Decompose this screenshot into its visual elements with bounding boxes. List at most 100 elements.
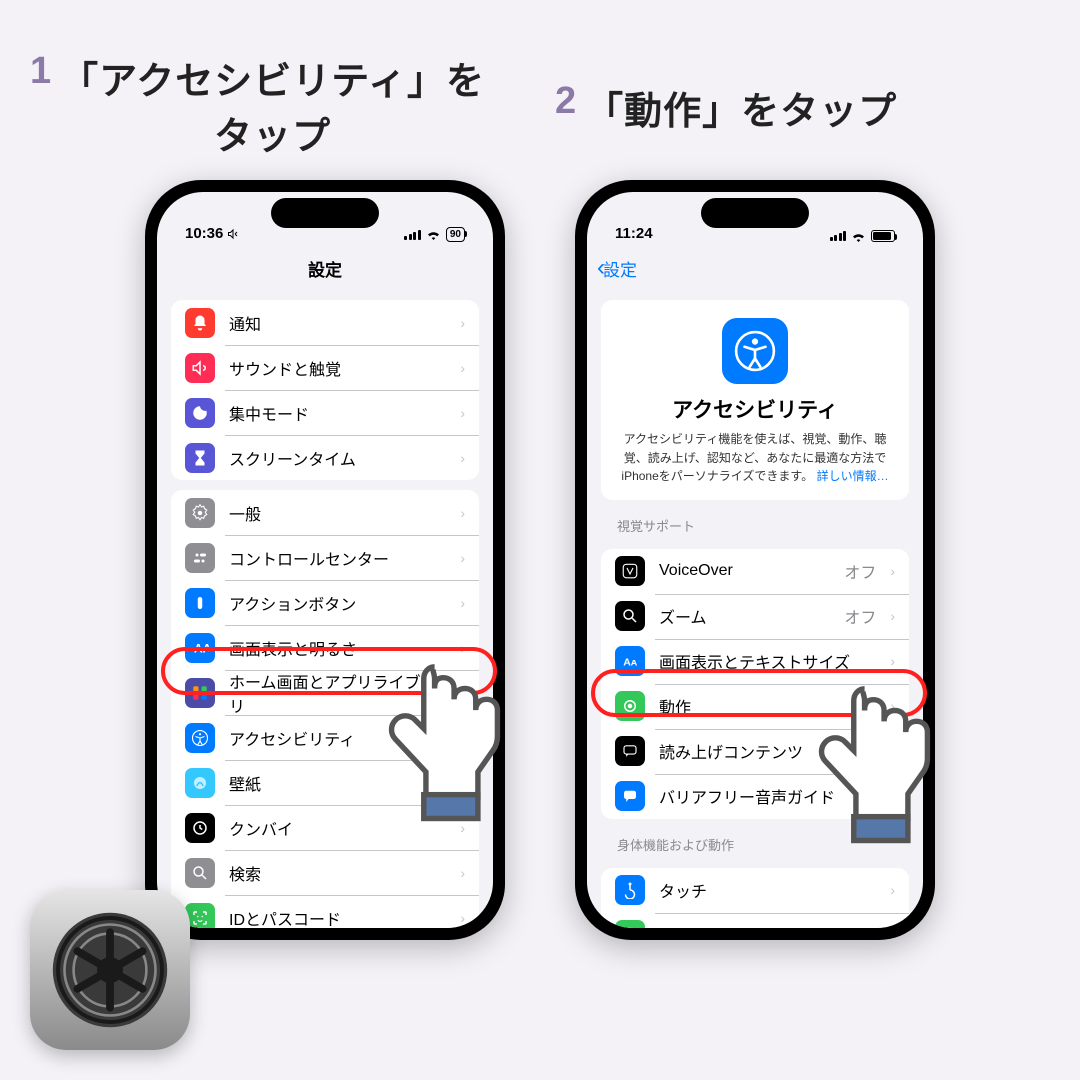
settings-group: 一般›コントロールセンター›アクションボタン›AA画面表示と明るさ›ホーム画面と… xyxy=(171,490,479,928)
settings-row-search[interactable]: 検索› xyxy=(171,850,479,895)
section-header-body: 身体機能および動作 xyxy=(587,829,923,858)
chevron-right-icon: › xyxy=(890,653,895,669)
settings-row-faceid-att[interactable]: Face IDと注視 › xyxy=(601,913,909,928)
row-value: オフ xyxy=(844,604,876,628)
settings-row-faceid[interactable]: IDとパスコード › xyxy=(171,895,479,928)
chevron-right-icon: › xyxy=(460,910,465,926)
row-label: 画面表示とテキストサイズ xyxy=(659,649,876,673)
chevron-right-icon: › xyxy=(890,563,895,579)
battery-icon: 90 xyxy=(446,227,465,242)
nav-title: 設定 xyxy=(308,256,342,281)
status-time: 11:24 xyxy=(615,225,653,242)
row-label: ズーム xyxy=(659,604,830,628)
row-label: IDとパスコード xyxy=(229,906,446,929)
back-label: 設定 xyxy=(603,256,637,281)
notification-icon xyxy=(185,308,215,338)
settings-group: タッチ›Face IDと注視›スイッチコントロールオフ› xyxy=(601,868,909,928)
row-label: 画面表示と明るさ xyxy=(229,636,446,660)
status-time: 10:36 xyxy=(185,225,223,242)
back-button[interactable]: ‹ 設定 xyxy=(597,256,637,281)
battery-icon xyxy=(871,230,895,242)
settings-row-display[interactable]: AA 画面表示と明るさ › xyxy=(171,625,479,670)
chevron-right-icon: › xyxy=(460,360,465,376)
settings-row-sound[interactable]: サウンドと触覚 › xyxy=(171,345,479,390)
settings-row-zoom[interactable]: ズームオフ› xyxy=(601,594,909,639)
chevron-right-icon: › xyxy=(460,550,465,566)
settings-row-wallpaper[interactable]: 壁紙› xyxy=(171,760,479,805)
settings-row-speech[interactable]: 読み上げコンテンツ › xyxy=(601,729,909,774)
settings-row-focus[interactable]: 集中モード› xyxy=(171,390,479,435)
chevron-right-icon: › xyxy=(890,788,895,804)
focus-icon xyxy=(185,398,215,428)
settings-row-standby[interactable]: クンバイ› xyxy=(171,805,479,850)
row-label: 読み上げコンテンツ xyxy=(659,739,876,763)
row-label: スクリーンタイム xyxy=(229,446,446,470)
speech-icon xyxy=(615,736,645,766)
row-value: オフ xyxy=(844,559,876,583)
textsize-icon: Aᴀ xyxy=(615,646,645,676)
chevron-right-icon: › xyxy=(460,595,465,611)
row-label: アクセシビリティ xyxy=(229,726,446,750)
row-label: 集中モード xyxy=(229,401,446,425)
chevron-right-icon: › xyxy=(890,743,895,759)
settings-row-voiceover[interactable]: VoiceOver オフ › xyxy=(601,549,909,594)
wallpaper-icon xyxy=(185,768,215,798)
phone-1: 10:36 90 設定 通知›サウンドと触覚›集中モード›スクリーンタイム›一般… xyxy=(145,180,505,940)
settings-row-accessibility[interactable]: アクセシビリティ › xyxy=(171,715,479,760)
settings-row-motion[interactable]: 動作 › xyxy=(601,684,909,729)
settings-row-home[interactable]: ホーム画面とアプリライブラリ› xyxy=(171,670,479,715)
chevron-right-icon: › xyxy=(460,640,465,656)
svg-text:Aᴀ: Aᴀ xyxy=(623,657,638,669)
audio-desc-icon xyxy=(615,781,645,811)
settings-row-gear[interactable]: 一般› xyxy=(171,490,479,535)
section-header-vision: 視覚サポート xyxy=(587,510,923,539)
settings-row-touch[interactable]: タッチ› xyxy=(601,868,909,913)
voiceover-icon xyxy=(615,556,645,586)
row-label: 壁紙 xyxy=(229,771,446,795)
row-label: 通知 xyxy=(229,311,446,335)
row-label: アクションボタン xyxy=(229,591,446,615)
settings-row-audio-desc[interactable]: バリアフリー音声ガイド › xyxy=(601,774,909,819)
faceid-att-icon xyxy=(615,920,645,928)
nav-bar: 設定 xyxy=(157,246,493,290)
chevron-right-icon: › xyxy=(890,698,895,714)
chevron-right-icon: › xyxy=(890,927,895,928)
row-label: サウンドと触覚 xyxy=(229,356,446,380)
step-2-text: 「動作」をタップ xyxy=(585,80,897,135)
row-label: 検索 xyxy=(229,861,446,885)
accessibility-icon xyxy=(185,723,215,753)
hero-description: アクセシビリティ機能を使えば、視覚、動作、聴覚、読み上げ、認知など、あなたに最適… xyxy=(617,430,893,486)
signal-icon xyxy=(404,230,421,240)
hero-title: アクセシビリティ xyxy=(617,394,893,424)
learn-more-link[interactable]: 詳しい情報… xyxy=(817,469,889,483)
settings-row-textsize[interactable]: Aᴀ 画面表示とテキストサイズ › xyxy=(601,639,909,684)
mute-icon xyxy=(227,228,239,240)
nav-bar: ‹ 設定 xyxy=(587,246,923,290)
chevron-right-icon: › xyxy=(460,820,465,836)
phone-2: 11:24 ‹ 設定 アクセシビリティ xyxy=(575,180,935,940)
chevron-right-icon: › xyxy=(460,450,465,466)
chevron-right-icon: › xyxy=(460,685,465,701)
settings-row-action[interactable]: アクションボタン › xyxy=(171,580,479,625)
row-label: VoiceOver xyxy=(659,562,830,580)
hourglass-icon xyxy=(185,443,215,473)
search-icon xyxy=(185,858,215,888)
settings-row-notification[interactable]: 通知 › xyxy=(171,300,479,345)
row-label: バリアフリー音声ガイド xyxy=(659,784,876,808)
action-icon xyxy=(185,588,215,618)
chevron-right-icon: › xyxy=(460,315,465,331)
step-2-heading: 2 「動作」をタップ xyxy=(555,50,1050,160)
chevron-right-icon: › xyxy=(460,505,465,521)
chevron-right-icon: › xyxy=(460,730,465,746)
wifi-icon xyxy=(851,231,866,242)
step-1-heading: 1 「アクセシビリティ」を タップ xyxy=(30,50,525,160)
sound-icon xyxy=(185,353,215,383)
settings-row-hourglass[interactable]: スクリーンタイム › xyxy=(171,435,479,480)
home-icon xyxy=(185,678,215,708)
settings-row-control[interactable]: コントロールセンター› xyxy=(171,535,479,580)
row-label: Face IDと注視 xyxy=(659,923,876,928)
dynamic-island xyxy=(701,198,809,228)
display-icon: AA xyxy=(185,633,215,663)
row-label: 動作 xyxy=(659,694,876,718)
svg-text:AA: AA xyxy=(194,641,209,655)
